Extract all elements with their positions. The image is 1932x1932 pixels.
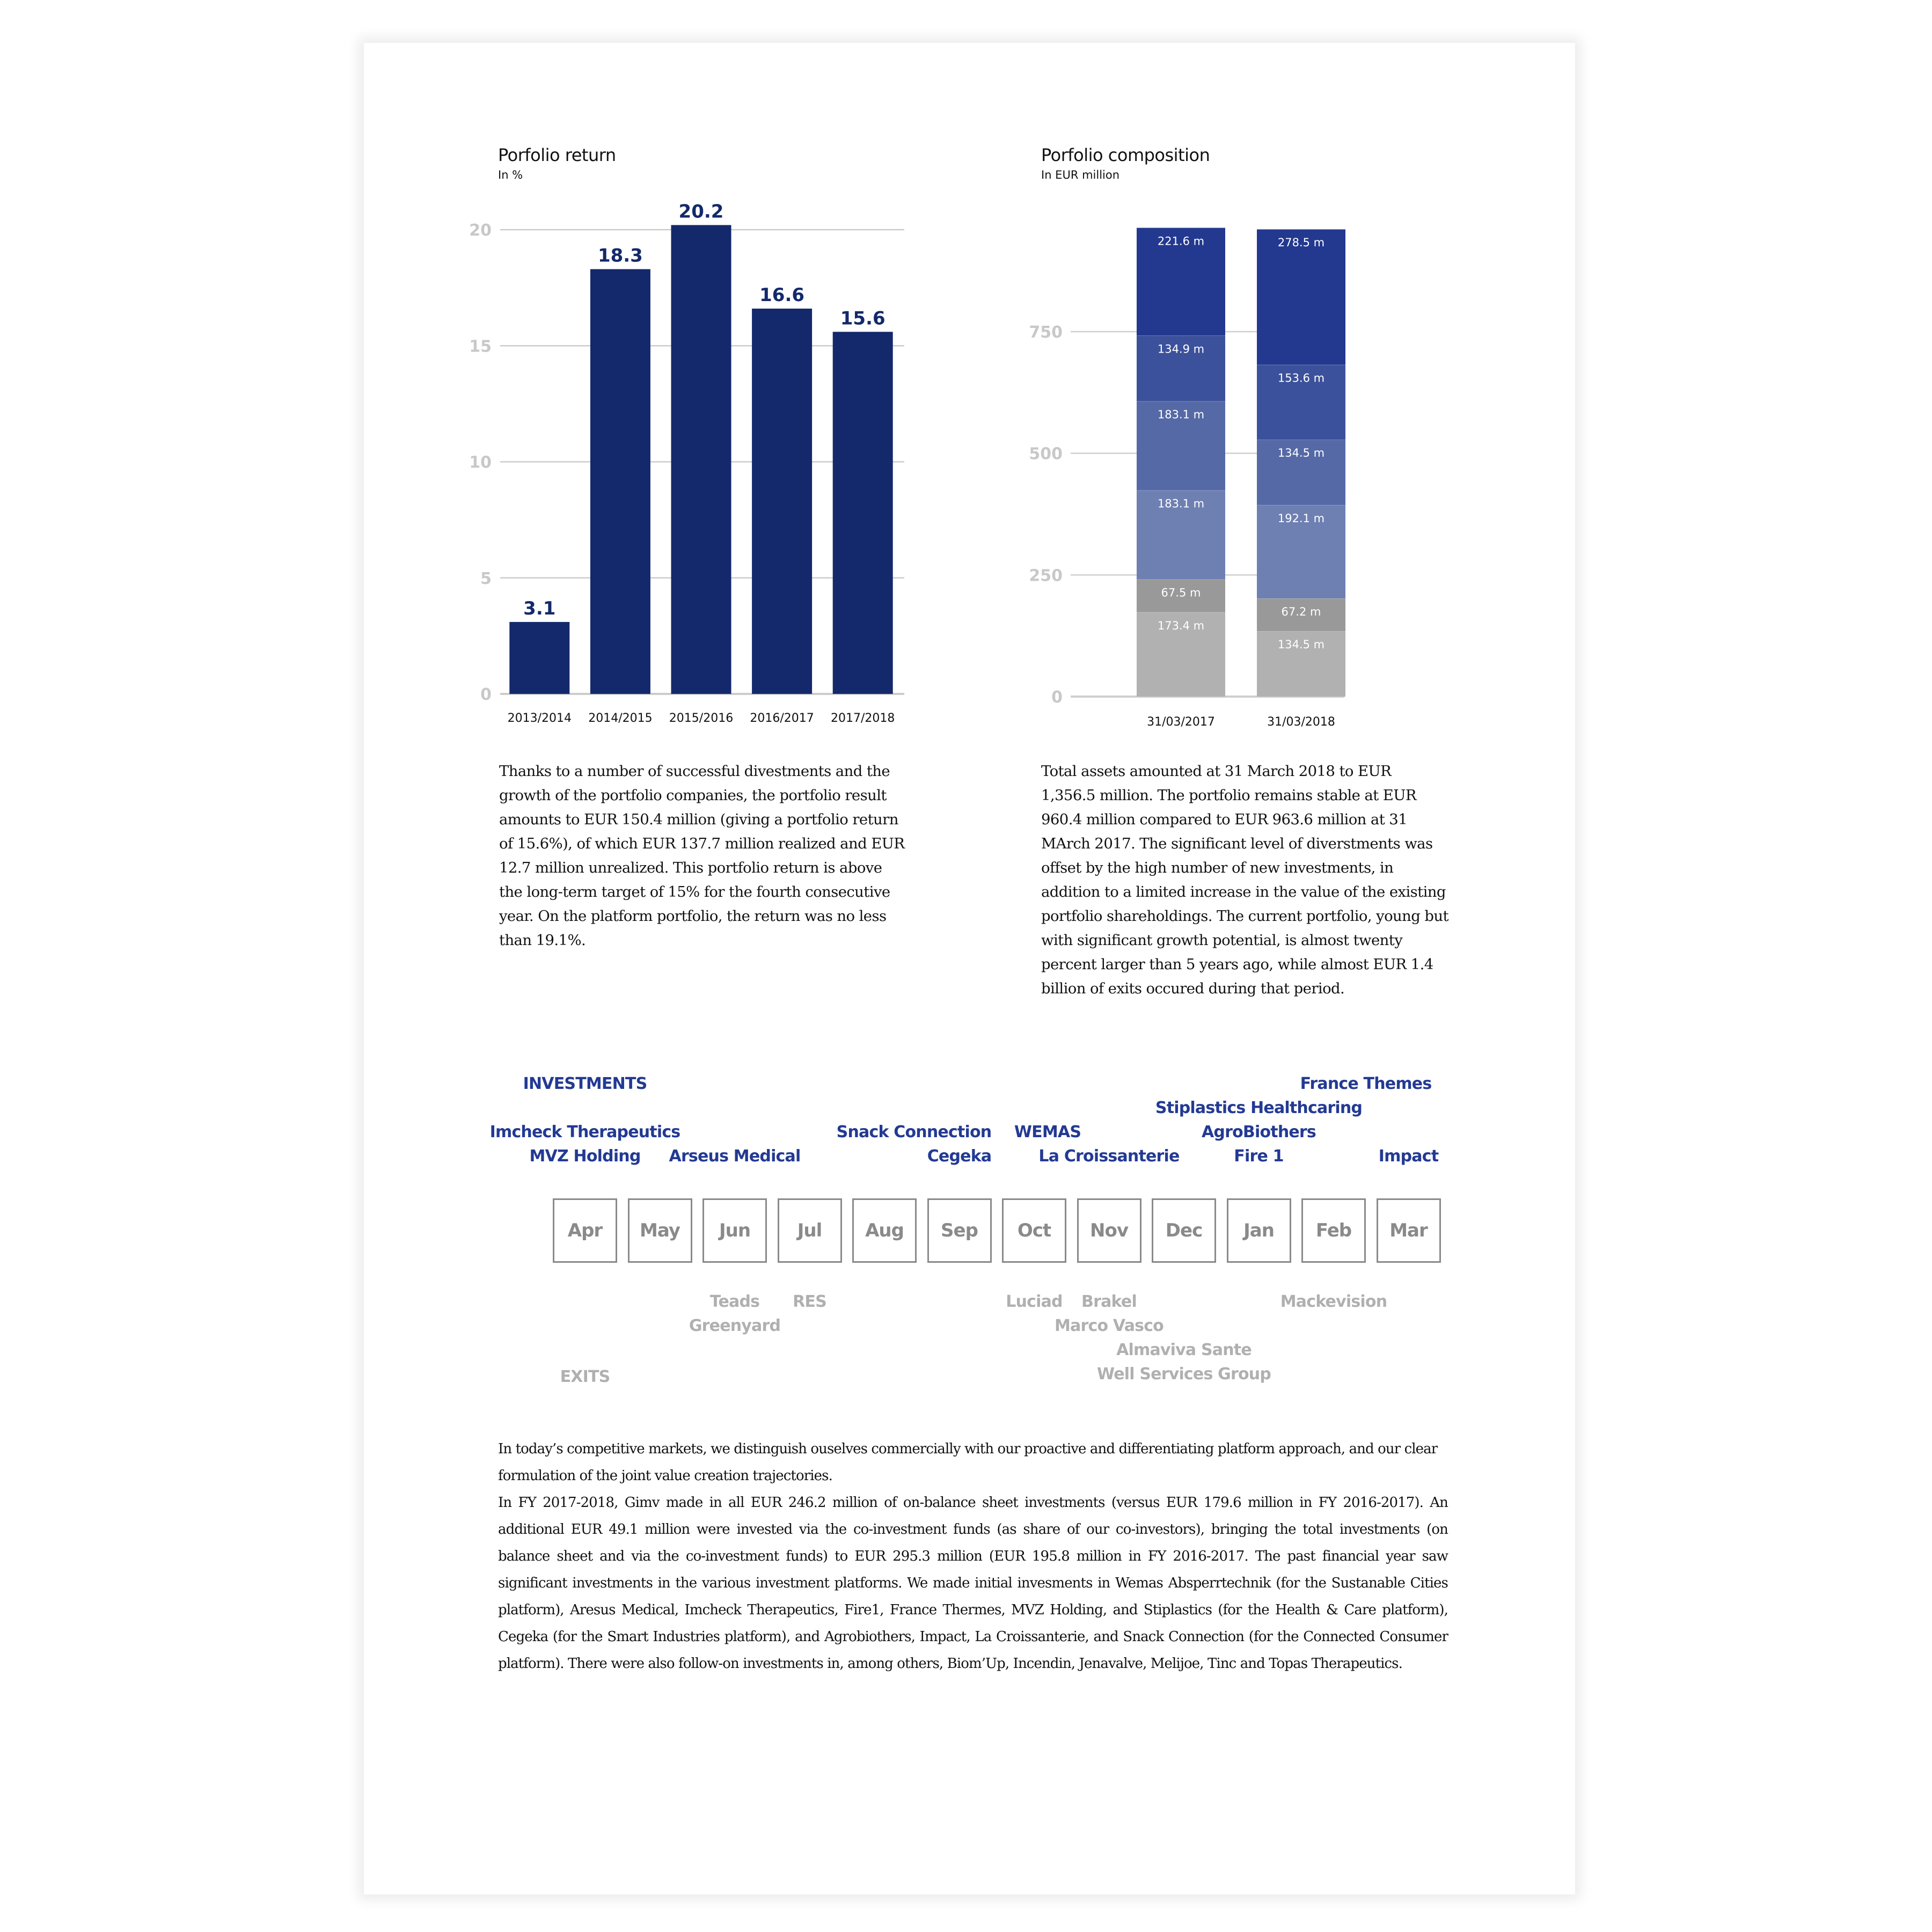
investment-label: Imcheck Therapeutics (489, 1123, 681, 1141)
investment-label: AgroBiothers (1202, 1123, 1316, 1141)
month-box-mar: Mar (1376, 1198, 1441, 1263)
value-label: 18.3 (598, 245, 643, 267)
value-label: 20.2 (679, 204, 724, 222)
investments-heading: INVESTMENTS (523, 1074, 648, 1093)
month-box-sep: Sep (927, 1198, 992, 1263)
exits-heading: EXITS (560, 1367, 611, 1386)
segment-value-label: 278.5 m (1278, 236, 1324, 249)
bar-2017/2018 (832, 332, 893, 694)
month-box-nov: Nov (1077, 1198, 1141, 1263)
bar-2016/2017 (752, 309, 813, 694)
segment-value-label: 134.9 m (1158, 342, 1204, 355)
x-tick-label: 2015/2016 (669, 712, 733, 725)
investments-paragraph-1: In today’s competitive markets, we disti… (498, 1441, 1438, 1484)
investment-label: Arseus Medical (669, 1147, 801, 1166)
y-tick-label: 15 (469, 337, 492, 356)
x-tick-label: 31/03/2017 (1147, 715, 1215, 729)
portfolio-return-paragraph: Thanks to a number of successful divestm… (499, 763, 905, 949)
month-box-apr: Apr (553, 1198, 617, 1263)
investment-label: La Croissanterie (1038, 1147, 1180, 1166)
exit-label: Mackevision (1280, 1292, 1387, 1311)
month-box-jun: Jun (702, 1198, 767, 1263)
segment-value-label: 134.5 m (1278, 447, 1324, 459)
y-tick-label: 0 (1051, 688, 1063, 707)
segment-value-label: 134.5 m (1278, 638, 1324, 651)
month-box-feb: Feb (1301, 1198, 1366, 1263)
segment-value-label: 67.5 m (1161, 587, 1201, 599)
month-box-aug: Aug (852, 1198, 917, 1263)
month-box-oct: Oct (1002, 1198, 1066, 1263)
value-label: 3.1 (523, 598, 555, 619)
month-box-jan: Jan (1226, 1198, 1291, 1263)
bar-2013/2014 (509, 621, 570, 694)
y-tick-label: 750 (1029, 323, 1063, 342)
stack-segment-segment-6 (1257, 229, 1345, 365)
y-tick-label: 250 (1029, 566, 1063, 585)
y-tick-label: 10 (469, 453, 492, 472)
portfolio-composition-paragraph: Total assets amounted at 31 March 2018 t… (1041, 763, 1449, 997)
exit-label: Marco Vasco (1054, 1316, 1164, 1335)
exit-label: RES (793, 1292, 827, 1311)
month-box-jul: Jul (777, 1198, 842, 1263)
portfolio-composition-chart: 0 250 500 750 173.4 m 67.5 m 183.1 m 183.1 m 134… (1029, 227, 1345, 729)
month-box-may: May (627, 1198, 692, 1263)
segment-value-label: 173.4 m (1158, 619, 1204, 632)
x-tick-label: 2017/2018 (831, 712, 895, 725)
x-tick-label: 2014/2015 (588, 712, 652, 725)
y-tick-label: 5 (480, 569, 492, 588)
segment-value-label: 153.6 m (1278, 372, 1324, 385)
investment-label: Fire 1 (1234, 1147, 1284, 1166)
x-tick-label: 2013/2014 (508, 712, 572, 725)
exit-label: Luciad (1006, 1292, 1063, 1311)
portfolio-return-chart: 0 5 10 15 20 3.1 2013/2014 18.3 2014/2015 20.2 201… (469, 204, 904, 725)
x-tick-label: 31/03/2018 (1267, 715, 1335, 729)
exit-label: Almaviva Sante (1116, 1341, 1252, 1359)
exit-label: Well Services Group (1096, 1365, 1271, 1384)
month-box-dec: Dec (1152, 1198, 1216, 1263)
return-chart-title: Porfolio return (498, 145, 616, 165)
segment-value-label: 221.6 m (1158, 235, 1204, 247)
investment-label: Stiplastics Healthcaring (1155, 1099, 1363, 1117)
investment-label: MVZ Holding (529, 1147, 641, 1166)
x-tick-label: 2016/2017 (750, 712, 814, 725)
investment-label: Snack Connection (836, 1123, 992, 1141)
composition-chart-title: Porfolio composition (1041, 145, 1210, 165)
bar-2014/2015 (590, 269, 650, 694)
value-label: 16.6 (759, 284, 804, 306)
exit-label: Greenyard (689, 1316, 781, 1335)
segment-value-label: 67.2 m (1282, 605, 1321, 618)
bar-2015/2016 (671, 225, 731, 694)
y-tick-label: 500 (1029, 445, 1063, 464)
exit-label: Brakel (1081, 1292, 1137, 1311)
y-tick-label: 0 (480, 685, 492, 704)
exit-label: Teads (709, 1292, 760, 1311)
segment-value-label: 183.1 m (1158, 408, 1204, 421)
segment-value-label: 183.1 m (1158, 497, 1204, 510)
value-label: 15.6 (840, 308, 885, 329)
investment-label: Impact (1378, 1147, 1439, 1166)
segment-value-label: 192.1 m (1278, 512, 1324, 525)
investments-paragraph-2: In FY 2017-2018, Gimv made in all EUR 24… (498, 1495, 1448, 1672)
investment-label: WEMAS (1014, 1123, 1081, 1141)
investment-label: Cegeka (927, 1147, 992, 1166)
composition-chart-subtitle: In EUR million (1041, 169, 1120, 181)
return-chart-subtitle: In % (498, 169, 523, 181)
investment-label: France Themes (1300, 1074, 1432, 1093)
y-tick-label: 20 (469, 221, 492, 240)
